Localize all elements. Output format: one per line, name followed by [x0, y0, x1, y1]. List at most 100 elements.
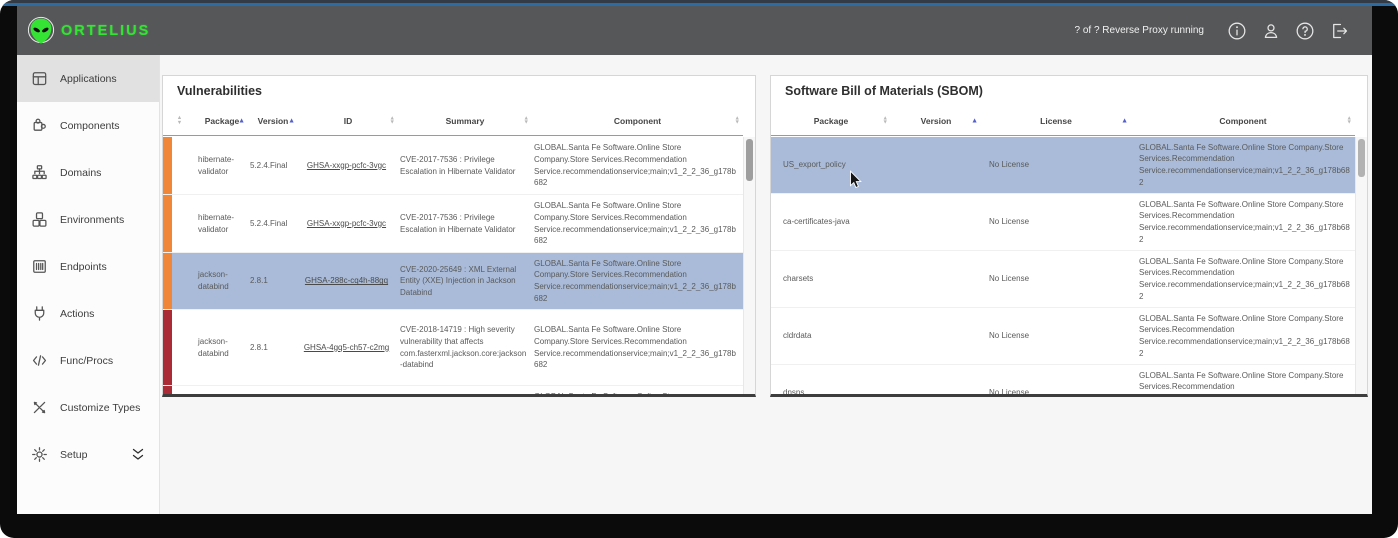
sort-icon: ▲▼	[883, 116, 888, 125]
sidebar-item-environments[interactable]: Environments	[17, 196, 159, 243]
sort-ascending-icon: ▲	[238, 117, 245, 124]
sbom-version	[891, 391, 981, 394]
sidebar-item-endpoints[interactable]: Endpoints	[17, 243, 159, 290]
sidebar-item-customize-types[interactable]: Customize Types	[17, 384, 159, 431]
vulnerability-row[interactable]: GLOBAL.Santa Fe Software.Online Store Co…	[163, 386, 743, 394]
vulnerabilities-column-summary[interactable]: Summary ▲▼	[398, 106, 532, 135]
top-header: ORTELIUS ? of ? Reverse Proxy running	[17, 6, 1372, 55]
vulnerabilities-column-sort[interactable]: ▲▼	[163, 106, 196, 135]
vuln-package: jackson-databind	[196, 267, 248, 294]
vuln-id-link[interactable]: GHSA-288c-cq4h-88gq	[305, 276, 388, 285]
sbom-column-component[interactable]: Component ▲▼	[1131, 106, 1355, 135]
customize-types-icon	[31, 399, 48, 416]
vuln-id-cell: GHSA-288c-cq4h-88gq	[298, 273, 398, 289]
severity-bar	[163, 195, 172, 252]
vuln-version: 5.2.4.Final	[248, 158, 298, 174]
sidebar-item-domains[interactable]: Domains	[17, 149, 159, 196]
sidebar-item-label: Endpoints	[60, 261, 107, 273]
help-icon[interactable]	[1294, 20, 1316, 42]
sidebar-item-applications[interactable]: Applications	[17, 55, 159, 102]
sbom-row[interactable]: charsetsNo LicenseGLOBAL.Santa Fe Softwa…	[771, 251, 1355, 308]
sidebar-item-label: Components	[60, 120, 120, 132]
vulnerabilities-scrollbar-thumb[interactable]	[746, 139, 753, 181]
sidebar-item-actions[interactable]: Actions	[17, 290, 159, 337]
app-window: ORTELIUS ? of ? Reverse Proxy running Ap…	[0, 0, 1398, 538]
column-label: Package	[814, 116, 849, 126]
sidebar-item-label: Domains	[60, 167, 101, 179]
vulnerability-row[interactable]: jackson-databind2.8.1GHSA-288c-cq4h-88gq…	[163, 253, 743, 310]
sbom-column-license[interactable]: License▲	[981, 106, 1131, 135]
vuln-summary: CVE-2017-7536 : Privilege Escalation in …	[398, 152, 532, 179]
vuln-version: 2.8.1	[248, 340, 298, 356]
sidebar-item-func-procs[interactable]: Func/Procs	[17, 337, 159, 384]
vulnerabilities-column-package[interactable]: Package▲	[196, 106, 248, 135]
sidebar-item-label: Environments	[60, 214, 124, 226]
vulnerability-row[interactable]: jackson-databind2.8.1GHSA-4gq5-ch57-c2mg…	[163, 310, 743, 386]
column-label: ID	[344, 116, 353, 126]
vuln-component: GLOBAL.Santa Fe Software.Online Store Co…	[532, 198, 743, 248]
vulnerabilities-table-header: ▲▼Package▲Version▲ID▲▼Summary▲▼Component…	[163, 106, 743, 136]
vuln-id-link[interactable]: GHSA-xxgp-pcfc-3vgc	[307, 161, 386, 170]
row-spacer	[172, 346, 196, 350]
sort-icon: ▲▼	[177, 116, 182, 125]
sidebar-item-components[interactable]: Components	[17, 102, 159, 149]
vuln-component: GLOBAL.Santa Fe Software.Online Store Co…	[532, 256, 743, 306]
vuln-id-link[interactable]: GHSA-xxgp-pcfc-3vgc	[307, 219, 386, 228]
sbom-component: GLOBAL.Santa Fe Software.Online Store Co…	[1131, 197, 1355, 247]
brand-name: ORTELIUS	[61, 23, 150, 39]
sbom-panel: Software Bill of Materials (SBOM) Packag…	[770, 75, 1368, 397]
sbom-package: US_export_policy	[771, 157, 891, 173]
sort-ascending-icon: ▲	[971, 117, 978, 124]
sidebar-item-label: Customize Types	[60, 402, 140, 414]
vulnerabilities-scrollbar[interactable]	[743, 137, 755, 394]
vuln-id-cell: GHSA-xxgp-pcfc-3vgc	[298, 216, 398, 232]
vuln-id-cell: GHSA-4gq5-ch57-c2mg	[298, 340, 398, 356]
sbom-version	[891, 220, 981, 224]
sidebar-item-label: Setup	[60, 449, 87, 461]
vulnerabilities-column-id[interactable]: ID▲▼	[298, 106, 398, 135]
sbom-version	[891, 334, 981, 338]
logout-icon[interactable]	[1328, 20, 1350, 42]
user-icon[interactable]	[1260, 20, 1282, 42]
severity-bar	[163, 310, 172, 385]
app-body: Applications Components Domains Environment…	[17, 55, 1372, 514]
vulnerability-row[interactable]: hibernate-validator5.2.4.Final GHSA-xxgp-…	[163, 137, 743, 195]
sbom-column-package[interactable]: Package ▲▼	[771, 106, 891, 135]
sbom-scrollbar-thumb[interactable]	[1358, 139, 1365, 177]
sbom-license: No License	[981, 214, 1131, 230]
sbom-version	[891, 163, 981, 167]
vulnerabilities-column-component[interactable]: Component▲▼	[532, 106, 743, 135]
column-label: Summary	[446, 116, 485, 126]
sbom-row[interactable]: ca-certificates-javaNo LicenseGLOBAL.San…	[771, 194, 1355, 251]
column-label: Component	[1219, 116, 1266, 126]
sbom-row[interactable]: dnsnsNo LicenseGLOBAL.Santa Fe Software.…	[771, 365, 1355, 394]
sbom-version	[891, 277, 981, 281]
info-icon[interactable]	[1226, 20, 1248, 42]
chevron-double-down-icon[interactable]	[131, 447, 145, 462]
vuln-package: hibernate-validator	[196, 210, 248, 237]
sbom-column-version[interactable]: Version ▲	[891, 106, 981, 135]
sbom-scrollbar[interactable]	[1355, 137, 1367, 394]
column-label: Version	[258, 116, 289, 126]
vuln-component: GLOBAL.Santa Fe Software.Online Store Co…	[532, 140, 743, 190]
sbom-package: charsets	[771, 271, 891, 287]
reverse-proxy-status: ? of ? Reverse Proxy running	[1074, 25, 1204, 36]
vuln-component: GLOBAL.Santa Fe Software.Online Store Co…	[532, 322, 743, 372]
vulnerabilities-column-version[interactable]: Version▲	[248, 106, 298, 135]
vulnerability-row[interactable]: hibernate-validator5.2.4.FinalGHSA-xxgp-…	[163, 195, 743, 253]
severity-bar	[163, 386, 172, 394]
sbom-row[interactable]: cldrdataNo LicenseGLOBAL.Santa Fe Softwa…	[771, 308, 1355, 365]
vuln-id-link[interactable]: GHSA-4gq5-ch57-c2mg	[304, 343, 389, 352]
endpoints-icon	[31, 258, 48, 275]
sbom-package: dnsns	[771, 385, 891, 394]
column-label: Package	[205, 116, 240, 126]
sidebar-item-setup[interactable]: Setup	[17, 431, 159, 478]
funcprocs-icon	[31, 352, 48, 369]
sort-icon: ▲▼	[524, 116, 529, 125]
column-label: Version	[921, 116, 952, 126]
row-spacer	[172, 164, 196, 168]
sort-icon: ▲▼	[1347, 116, 1352, 125]
vuln-package: hibernate-validator	[196, 152, 248, 179]
sbom-component: GLOBAL.Santa Fe Software.Online Store Co…	[1131, 368, 1355, 394]
vuln-summary: CVE-2020-25649 : XML External Entity (XX…	[398, 262, 532, 301]
